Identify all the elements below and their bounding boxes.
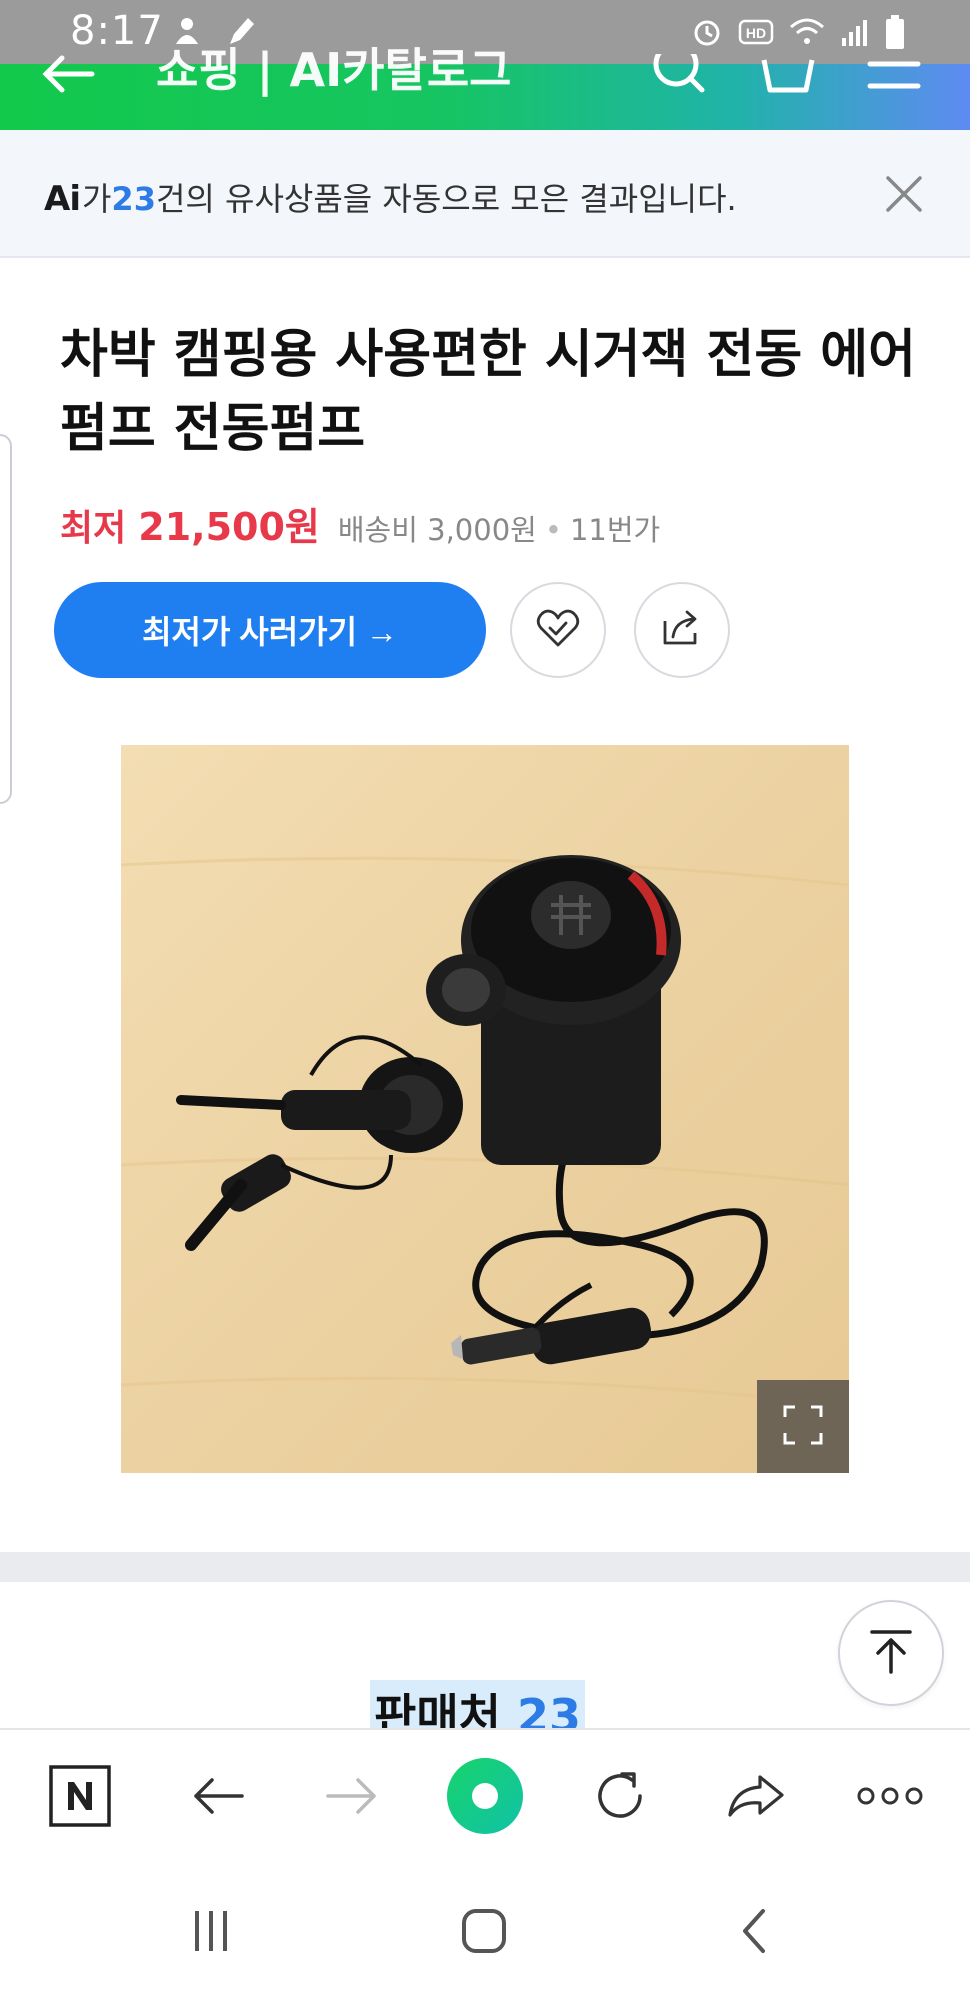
product-title: 차박 캠핑용 사용편한 시거잭 전동 에어펌프 전동펌프 [60,325,916,459]
browser-forward-button[interactable] [310,1756,394,1840]
naver-home-button[interactable] [38,1756,122,1840]
wishlist-button[interactable] [510,582,606,678]
reload-icon [592,1768,648,1828]
section-divider [0,1552,970,1582]
lowest-price-buy-button[interactable]: 최저가 사러가기 → [54,582,486,678]
browser-back-button[interactable] [176,1756,260,1840]
more-options-button[interactable] [848,1756,932,1840]
battery-icon [884,14,906,54]
price-label: 최저 [60,508,127,549]
svg-text:HD: HD [746,25,766,41]
heart-icon [535,607,581,653]
search-icon[interactable] [650,41,710,98]
shipping-fee: 배송비 3,000원 [337,513,537,547]
recent-apps-icon [189,1909,233,1957]
home-square-icon [460,1907,508,1959]
ai-logo: Ai [44,179,81,219]
cart-icon[interactable] [758,56,818,100]
separator-dot: • [544,513,562,547]
back-arrow-icon[interactable] [40,54,96,98]
share-button[interactable] [634,582,730,678]
browser-toolbar [0,1728,970,1866]
arrow-up-to-top-icon [866,1626,916,1680]
status-time: 8:17 [70,8,164,54]
ai-result-banner: Ai 가 23 건의 유사상품을 자동으로 모은 결과입니다. [0,130,970,258]
naver-n-icon [48,1764,112,1832]
ai-banner-count: 23 [111,180,156,218]
arrow-right-icon [324,1774,380,1822]
product-image[interactable] [120,745,850,1473]
share-icon [659,607,705,653]
close-icon[interactable] [884,174,924,218]
price-value: 21,500원 [138,505,320,549]
reload-button[interactable] [578,1756,662,1840]
recent-apps-button[interactable] [176,1898,246,1968]
scroll-to-top-button[interactable] [838,1600,944,1706]
browser-share-button[interactable] [714,1756,798,1840]
alarm-icon [690,15,724,53]
app-header: 쇼핑 | AI카탈로그 [0,41,970,130]
ai-banner-text: Ai 가 23 건의 유사상품을 자동으로 모은 결과입니다. [44,174,737,220]
image-expand-button[interactable] [757,1380,849,1473]
expand-icon [781,1403,825,1451]
ai-banner-prefix: 가 [81,180,112,218]
wifi-icon [788,16,826,52]
page: 8:17 HD 쇼핑 | AI카탈로그 Ai 가 23 건의 유사상품을 자동으… [0,0,970,1994]
chevron-left-icon [735,1907,775,1959]
mall-name[interactable]: 11번가 [570,507,660,549]
ai-banner-suffix: 건의 유사상품을 자동으로 모은 결과입니다. [155,180,737,218]
side-drawer-handle[interactable] [0,434,12,804]
app-header-title[interactable]: 쇼핑 | AI카탈로그 [156,34,511,100]
share-arrow-icon [726,1771,786,1825]
system-back-button[interactable] [720,1898,790,1968]
green-dot-icon [445,1756,525,1840]
price-row: 최저 21,500원 배송비 3,000원 • 11번가 [60,496,660,551]
green-dot-button[interactable] [443,1756,527,1840]
status-right-icons: HD [690,14,906,54]
more-dots-icon [856,1784,924,1812]
arrow-left-icon [190,1774,246,1822]
system-navigation-bar [0,1866,970,1994]
home-button[interactable] [449,1898,519,1968]
hd-icon: HD [738,17,774,51]
signal-icon [840,16,870,52]
hamburger-menu-icon[interactable] [866,56,922,100]
